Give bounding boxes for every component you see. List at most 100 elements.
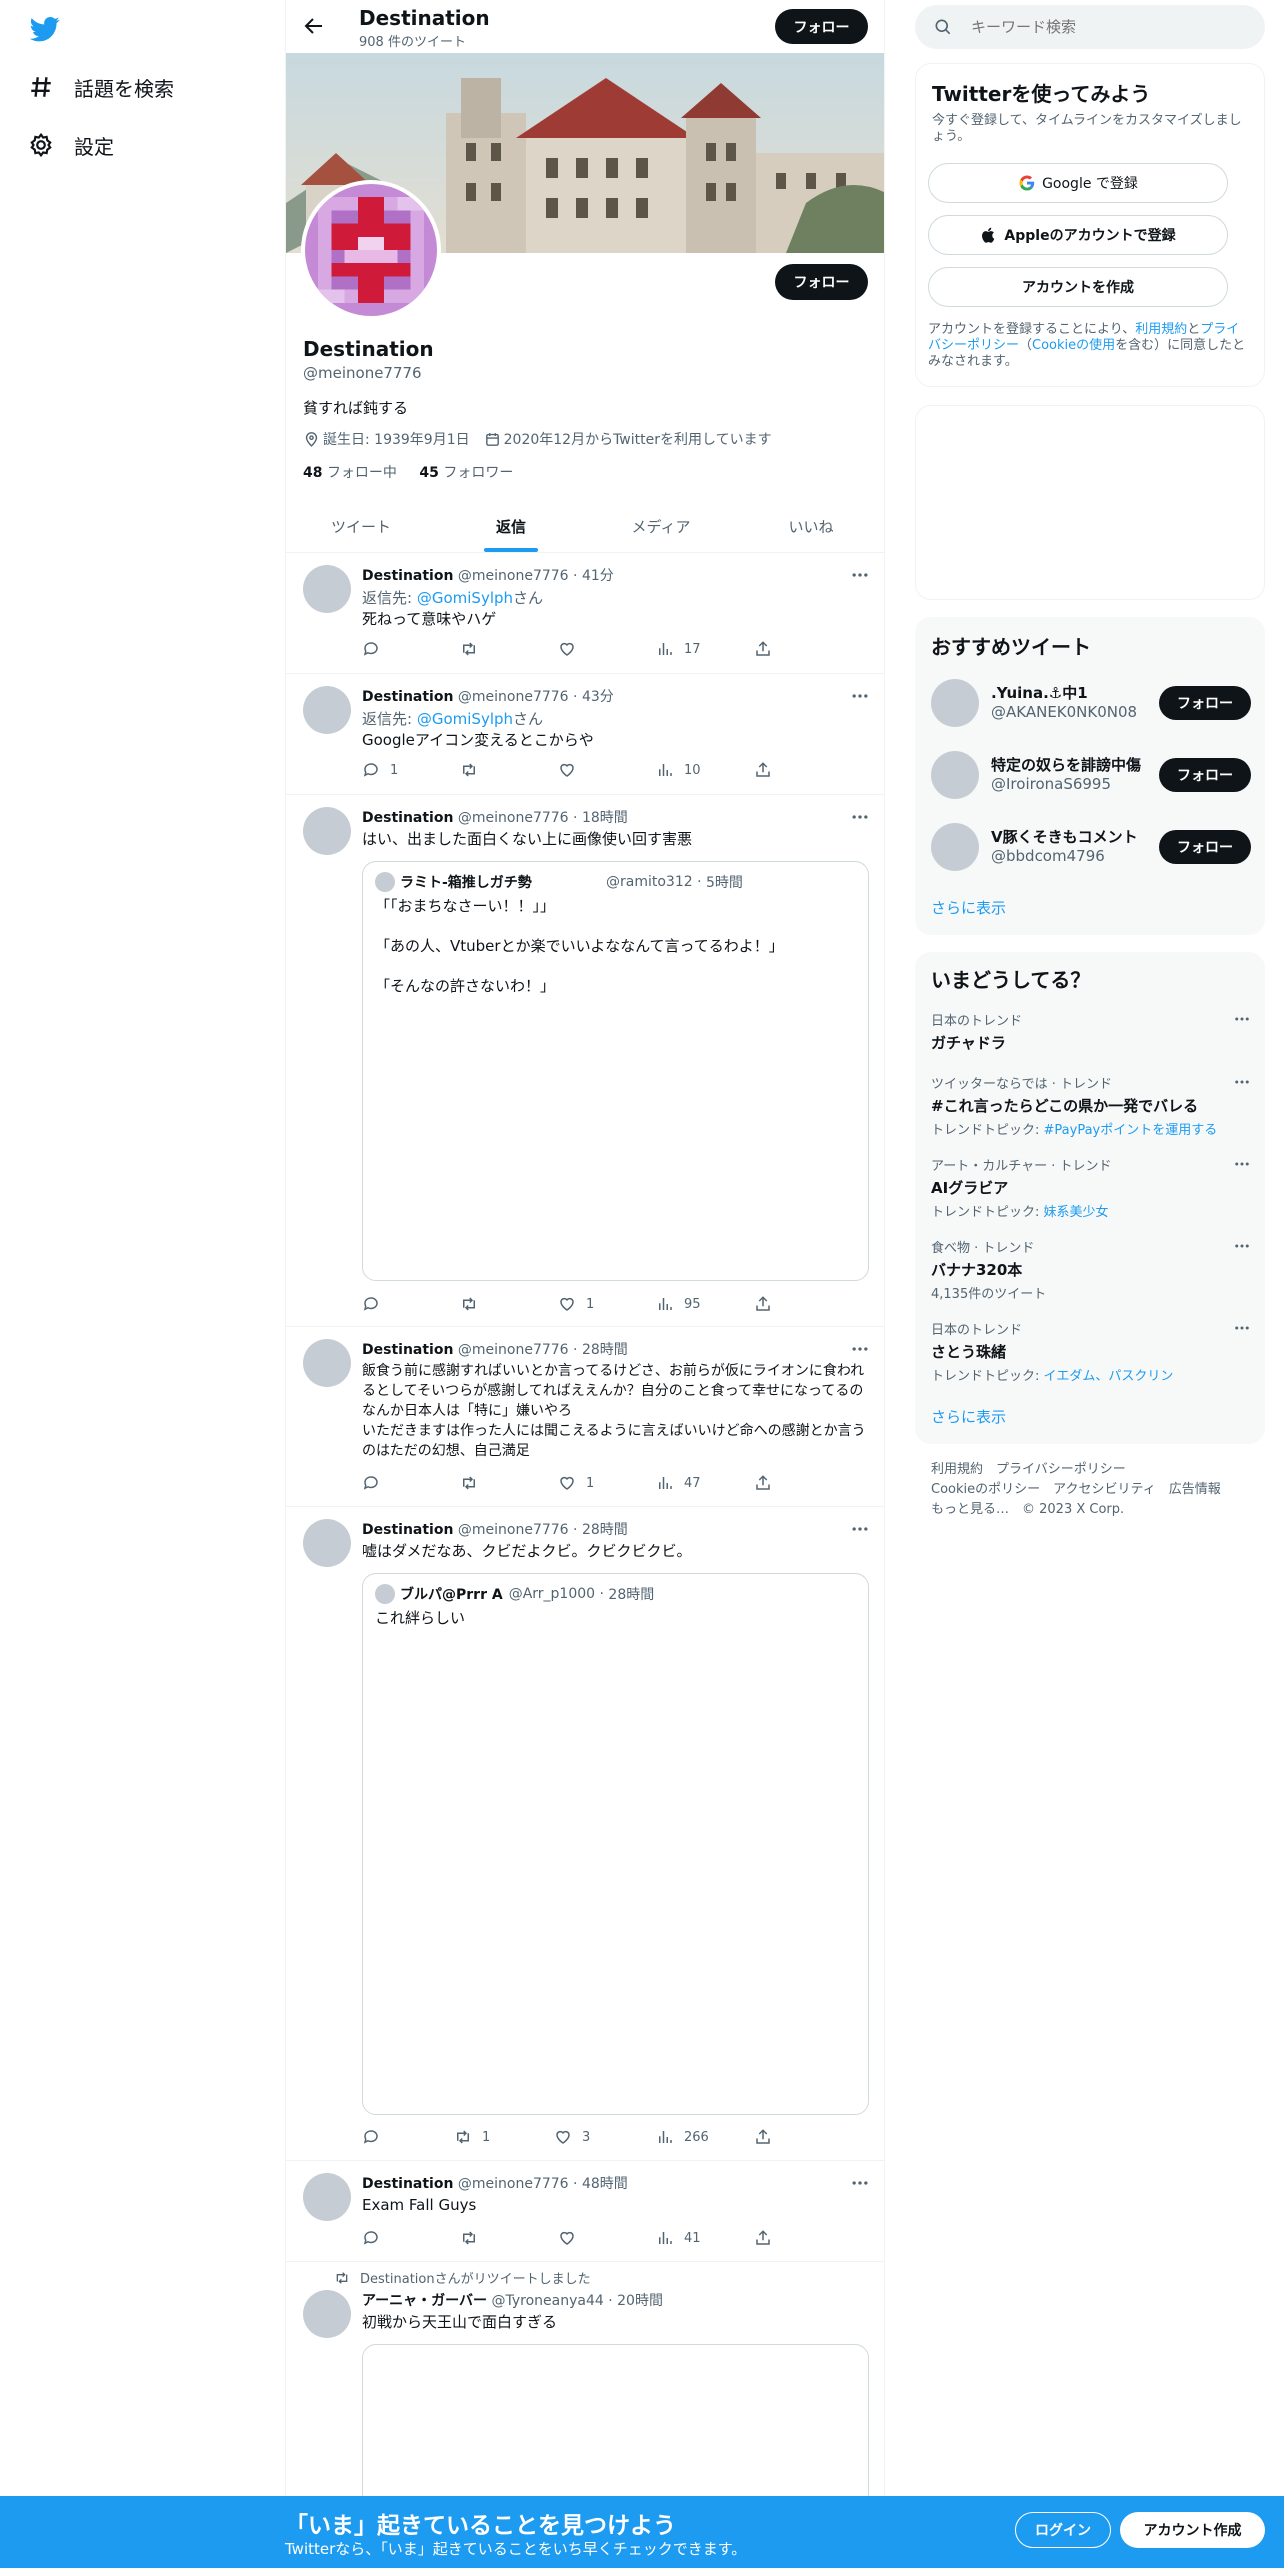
tweet-item[interactable]: Destination @meinone7776 · 28時間 嘘はダメだなあ、… [286,1507,884,2161]
more-options-icon[interactable] [850,1339,870,1359]
tweet-item[interactable]: Destination @meinone7776 · 41分 返信先: @Gom… [286,553,884,674]
like-button[interactable]: 1 [558,1295,594,1313]
tweet-item[interactable]: Destination @meinone7776 · 48時間 Exam Fal… [286,2161,884,2262]
share-button[interactable] [754,2128,782,2146]
footer-line[interactable]: Cookieのポリシー アクセシビリティ 広告情報 [931,1480,1251,1500]
footer-line[interactable]: 利用規約 プライバシーポリシー [931,1460,1251,1480]
tweet-item[interactable]: Destination @meinone7776 · 28時間 飯食う前に感謝す… [286,1327,884,1507]
share-button[interactable] [754,2229,782,2247]
reply-icon [363,642,378,656]
tweet-item[interactable]: Destination @meinone7776 · 43分 返信先: @Gom… [286,674,884,795]
like-button[interactable] [558,2229,586,2247]
trend-item[interactable]: アート・カルチャー · トレンド AIグラビア トレンドトピック: 妹系美少女 [931,1155,1251,1220]
reply-to-link[interactable]: @GomiSylph [417,589,513,607]
followers-link[interactable]: 45 フォロワー [419,465,513,481]
like-button[interactable]: 1 [558,1474,594,1492]
recommend-follow-button[interactable]: フォロー [1159,758,1251,792]
apple-signup-button[interactable]: Appleのアカウントで登録 [928,215,1228,255]
back-arrow-icon[interactable] [302,14,326,38]
share-button[interactable] [754,1474,782,1492]
trend-item[interactable]: 食べ物 · トレンド バナナ320本 4,135件のツイート [931,1237,1251,1302]
tweet-header: Destination @meinone7776 · 28時間 [362,1342,628,1358]
terms-link[interactable]: 利用規約 [1135,322,1187,337]
google-signup-button[interactable]: Google で登録 [928,163,1228,203]
share-button[interactable] [754,640,782,658]
reply-button[interactable] [362,2229,390,2247]
reply-button[interactable] [362,1474,390,1492]
recommend-follow-button[interactable]: フォロー [1159,686,1251,720]
tweet-avatar[interactable] [303,807,351,855]
more-options-icon[interactable] [850,565,870,585]
like-button[interactable]: 3 [554,2128,590,2146]
views-button[interactable]: 41 [656,2229,701,2247]
views-button[interactable]: 47 [656,1474,701,1492]
search-input[interactable] [971,18,1231,36]
nav-explore[interactable]: 話題を検索 [28,67,174,107]
profile-follow-button[interactable]: フォロー [775,264,868,300]
twitter-logo-icon[interactable] [28,14,62,44]
more-options-icon[interactable] [1233,1155,1251,1173]
share-button[interactable] [754,1295,782,1313]
like-button[interactable] [558,761,586,779]
trend-item[interactable]: 日本のトレンド ガチャドラ [931,1010,1251,1053]
retweet-button[interactable] [460,761,488,779]
tweet-avatar[interactable] [303,2173,351,2221]
views-button[interactable]: 95 [656,1295,701,1313]
trend-item[interactable]: 日本のトレンド さとう珠緒 トレンドトピック: イエダム、パスクリン [931,1319,1251,1384]
more-options-icon[interactable] [850,686,870,706]
following-link[interactable]: 48 フォロー中 [303,465,397,481]
more-options-icon[interactable] [1233,1237,1251,1255]
retweet-button[interactable] [460,1474,488,1492]
more-options-icon[interactable] [1233,1319,1251,1337]
quoted-tweet[interactable]: ブルパ@Prrr A @Arr_p1000 · 28時間 これ絆らしい [362,1573,869,2115]
tab-likes[interactable]: いいね [736,500,884,553]
search-box[interactable] [915,5,1265,49]
quoted-tweet[interactable]: ラミト-箱推しガチ勢 @ramito312 · 5時間 「「おまちなさーい！！」」… [362,861,869,1281]
more-options-icon[interactable] [850,807,870,827]
reply-button[interactable]: 1 [362,761,398,779]
retweet-button[interactable] [460,2229,488,2247]
create-account-button[interactable]: アカウントを作成 [928,267,1228,307]
reply-button[interactable] [362,640,390,658]
trend-item[interactable]: ツイッターならでは · トレンド #これ言ったらどこの県か一発でバレる トレンド… [931,1073,1251,1138]
profile-avatar[interactable] [301,180,441,320]
login-button[interactable]: ログイン [1015,2512,1111,2548]
recommend-user[interactable]: .Yuina.⚓中1 @AKANEK0NK0N08 フォロー [931,673,1251,733]
views-bar-chart-icon [659,643,672,655]
retweet-button[interactable]: 1 [454,2128,490,2146]
ad-placeholder-card [915,405,1265,600]
tweet-avatar[interactable] [303,565,351,613]
more-options-icon[interactable] [1233,1010,1251,1028]
trends-show-more-link[interactable]: さらに表示 [931,1406,1006,1427]
reply-to-link[interactable]: @GomiSylph [417,710,513,728]
tab-media[interactable]: メディア [586,500,736,553]
header-follow-button[interactable]: フォロー [775,9,868,44]
recommend-user[interactable]: V豚くそきもコメント @bbdcom4796 フォロー [931,817,1251,877]
nav-settings[interactable]: 設定 [28,125,114,165]
tab-tweets[interactable]: ツイート [286,500,436,553]
tweet-avatar[interactable] [303,686,351,734]
cookie-link[interactable]: Cookieの使用 [1032,338,1115,353]
views-button[interactable]: 266 [656,2128,709,2146]
recommend-user[interactable]: 特定の奴らを誹謗中傷 @IroironaS6995 フォロー [931,745,1251,805]
reply-button[interactable] [362,2128,390,2146]
tweet-item[interactable]: Destination @meinone7776 · 18時間 はい、出ました面… [286,795,884,1327]
more-options-icon[interactable] [850,2173,870,2193]
more-options-icon[interactable] [850,1519,870,1539]
like-button[interactable] [558,640,586,658]
reply-button[interactable] [362,1295,390,1313]
footer-line[interactable]: もっと見る… © 2023 X Corp. [931,1500,1251,1520]
recommend-show-more-link[interactable]: さらに表示 [931,897,1006,918]
tweet-avatar[interactable] [303,1519,351,1567]
views-button[interactable]: 10 [656,761,701,779]
tab-replies[interactable]: 返信 [436,500,586,553]
views-button[interactable]: 17 [656,640,701,658]
signup-button[interactable]: アカウント作成 [1120,2512,1265,2548]
share-button[interactable] [754,761,782,779]
tweet-avatar[interactable] [303,1339,351,1387]
more-options-icon[interactable] [1233,1073,1251,1091]
retweet-button[interactable] [460,1295,488,1313]
retweet-button[interactable] [460,640,488,658]
tweet-avatar[interactable] [303,2290,351,2338]
recommend-follow-button[interactable]: フォロー [1159,830,1251,864]
